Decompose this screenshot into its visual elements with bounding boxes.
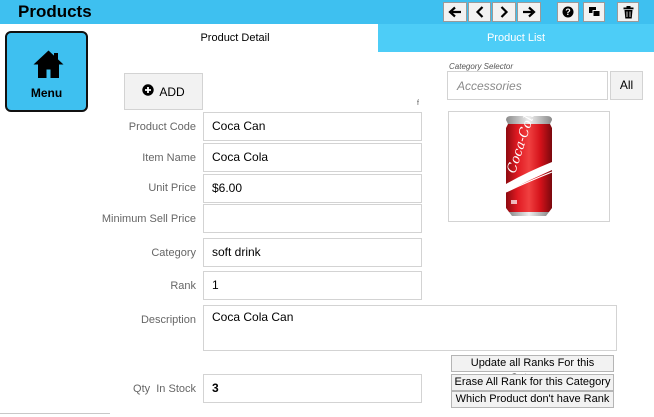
- title-bar: Products ?: [0, 0, 654, 24]
- description-field[interactable]: Coca Cola Can: [203, 305, 617, 351]
- last-record-button[interactable]: [517, 2, 541, 22]
- help-icon: ?: [562, 6, 574, 18]
- product-image: Coca-Cola: [448, 107, 610, 222]
- svg-text:?: ?: [565, 7, 571, 17]
- unit-price-label: Unit Price: [148, 182, 196, 194]
- tab-product-list[interactable]: Product List: [378, 24, 654, 52]
- menu-label: Menu: [30, 86, 63, 100]
- product-code-field[interactable]: Coca Can: [203, 112, 422, 141]
- trash-icon: [623, 5, 634, 19]
- min-sell-price-field[interactable]: [203, 204, 422, 233]
- copy-button[interactable]: [583, 2, 605, 22]
- bottom-divider: [0, 413, 110, 417]
- qty-in-stock-label: Qty In Stock: [133, 383, 196, 395]
- add-button[interactable]: ADD: [124, 73, 203, 110]
- category-all-button[interactable]: All: [610, 71, 643, 100]
- unit-price-field[interactable]: $6.00: [203, 174, 422, 203]
- tab-product-detail[interactable]: Product Detail: [92, 24, 378, 52]
- next-record-button[interactable]: [492, 2, 516, 22]
- item-name-label: Item Name: [142, 152, 196, 164]
- qty-in-stock-field[interactable]: 3: [203, 374, 422, 403]
- first-record-button[interactable]: [443, 2, 467, 22]
- rank-label: Rank: [170, 280, 196, 292]
- previous-record-button[interactable]: [468, 2, 491, 22]
- small-mark: f: [417, 100, 419, 107]
- arrow-right-end-icon: [522, 6, 536, 18]
- update-ranks-button[interactable]: Update all Ranks For this Category: [451, 355, 614, 384]
- description-label: Description: [140, 314, 196, 326]
- add-button-label: ADD: [159, 84, 185, 99]
- category-label: Category: [151, 247, 196, 259]
- product-code-label: Product Code: [128, 121, 196, 133]
- category-selector-input[interactable]: Accessories: [447, 71, 608, 100]
- plus-circle-icon: [142, 84, 155, 99]
- help-button[interactable]: ?: [557, 2, 579, 22]
- category-field[interactable]: soft drink: [203, 238, 422, 267]
- item-name-field[interactable]: Coca Cola: [203, 143, 422, 172]
- menu-button[interactable]: Menu: [5, 31, 88, 112]
- app-title: Products: [18, 2, 92, 21]
- erase-ranks-button[interactable]: Erase All Rank for this Category: [451, 374, 614, 391]
- chevron-right-icon: [499, 6, 509, 18]
- delete-button[interactable]: [617, 2, 639, 22]
- copy-icon: [588, 6, 601, 18]
- rank-field[interactable]: 1: [203, 271, 422, 300]
- products-without-rank-button[interactable]: Which Product don't have Rank: [451, 391, 614, 408]
- chevron-left-icon: [475, 6, 485, 18]
- arrow-left-end-icon: [448, 6, 462, 18]
- category-selector-label: Category Selector: [449, 62, 514, 71]
- min-sell-price-label: Minimum Sell Price: [101, 213, 196, 225]
